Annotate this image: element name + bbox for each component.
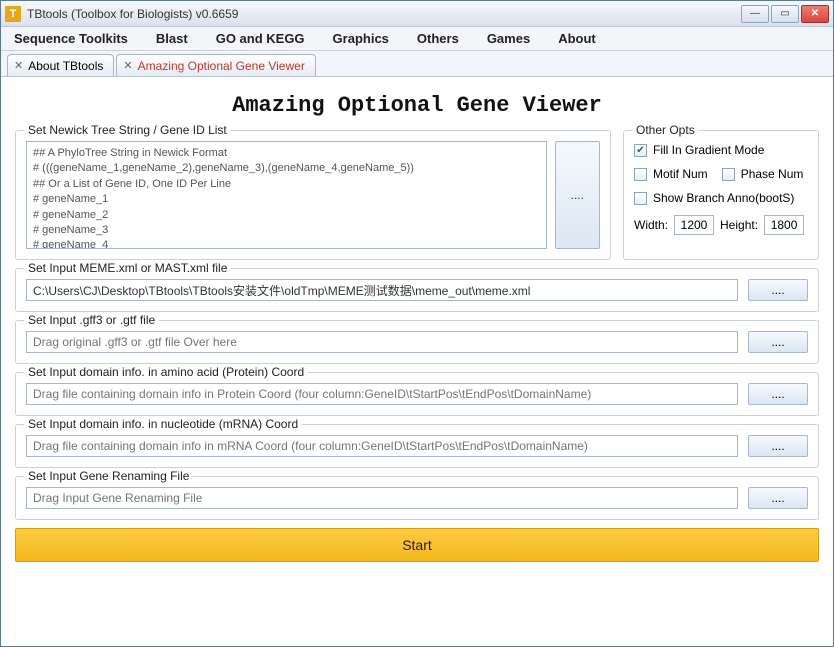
start-button-label: Start xyxy=(402,537,432,553)
checkbox-icon: ✔ xyxy=(634,144,647,157)
tabstrip: ✕ About TBtools ✕ Amazing Optional Gene … xyxy=(1,51,833,77)
newick-legend: Set Newick Tree String / Gene ID List xyxy=(24,123,231,137)
rename-file-input[interactable] xyxy=(26,487,738,509)
window-title: TBtools (Toolbox for Biologists) v0.6659 xyxy=(27,7,741,21)
motif-num-checkbox[interactable]: Motif Num xyxy=(634,167,708,181)
phase-num-checkbox[interactable]: Phase Num xyxy=(722,167,804,181)
menubar: Sequence Toolkits Blast GO and KEGG Grap… xyxy=(1,27,833,51)
maximize-button[interactable]: ▭ xyxy=(771,5,799,23)
mrna-domain-input[interactable] xyxy=(26,435,738,457)
page-title: Amazing Optional Gene Viewer xyxy=(15,93,819,118)
browse-button[interactable]: .... xyxy=(748,331,808,353)
ellipsis-icon: .... xyxy=(571,188,584,202)
newick-textarea[interactable] xyxy=(26,141,547,249)
menu-games[interactable]: Games xyxy=(484,29,533,48)
window-controls: — ▭ ✕ xyxy=(741,5,829,23)
menu-others[interactable]: Others xyxy=(414,29,462,48)
file-legend: Set Input domain info. in amino acid (Pr… xyxy=(24,365,308,379)
ellipsis-icon: .... xyxy=(771,283,784,297)
tab-label: Amazing Optional Gene Viewer xyxy=(138,59,305,73)
protein-domain-panel: Set Input domain info. in amino acid (Pr… xyxy=(15,372,819,416)
menu-graphics[interactable]: Graphics xyxy=(330,29,392,48)
menu-about[interactable]: About xyxy=(555,29,599,48)
close-icon: ✕ xyxy=(811,8,819,19)
meme-file-panel: Set Input MEME.xml or MAST.xml file .... xyxy=(15,268,819,312)
checkbox-icon xyxy=(722,168,735,181)
fill-gradient-checkbox[interactable]: ✔ Fill In Gradient Mode xyxy=(634,143,808,157)
menu-blast[interactable]: Blast xyxy=(153,29,191,48)
width-input[interactable] xyxy=(674,215,714,235)
start-button[interactable]: Start xyxy=(15,528,819,562)
tab-gene-viewer[interactable]: ✕ Amazing Optional Gene Viewer xyxy=(116,54,315,76)
ellipsis-icon: .... xyxy=(771,387,784,401)
checkbox-label: Motif Num xyxy=(653,167,708,181)
checkbox-label: Show Branch Anno(bootS) xyxy=(653,191,794,205)
rename-file-panel: Set Input Gene Renaming File .... xyxy=(15,476,819,520)
ellipsis-icon: .... xyxy=(771,439,784,453)
branch-anno-checkbox[interactable]: Show Branch Anno(bootS) xyxy=(634,191,808,205)
checkbox-icon xyxy=(634,168,647,181)
file-legend: Set Input domain info. in nucleotide (mR… xyxy=(24,417,302,431)
tab-close-icon[interactable]: ✕ xyxy=(123,59,132,72)
file-legend: Set Input Gene Renaming File xyxy=(24,469,193,483)
app-icon: T xyxy=(5,6,21,22)
file-legend: Set Input MEME.xml or MAST.xml file xyxy=(24,261,231,275)
gff-file-panel: Set Input .gff3 or .gtf file .... xyxy=(15,320,819,364)
ellipsis-icon: .... xyxy=(771,491,784,505)
browse-button[interactable]: .... xyxy=(748,487,808,509)
app-window: T TBtools (Toolbox for Biologists) v0.66… xyxy=(0,0,834,647)
menu-go-kegg[interactable]: GO and KEGG xyxy=(213,29,308,48)
minimize-icon: — xyxy=(750,8,760,19)
width-label: Width: xyxy=(634,218,668,232)
newick-panel: Set Newick Tree String / Gene ID List ..… xyxy=(15,130,611,260)
other-opts-legend: Other Opts xyxy=(632,123,699,137)
close-button[interactable]: ✕ xyxy=(801,5,829,23)
height-label: Height: xyxy=(720,218,758,232)
protein-domain-input[interactable] xyxy=(26,383,738,405)
tab-label: About TBtools xyxy=(28,59,103,73)
minimize-button[interactable]: — xyxy=(741,5,769,23)
menu-sequence-toolkits[interactable]: Sequence Toolkits xyxy=(11,29,131,48)
checkbox-label: Fill In Gradient Mode xyxy=(653,143,764,157)
content-area: Amazing Optional Gene Viewer Set Newick … xyxy=(1,77,833,572)
meme-file-input[interactable] xyxy=(26,279,738,301)
browse-button[interactable]: .... xyxy=(748,279,808,301)
ellipsis-icon: .... xyxy=(771,335,784,349)
other-opts-panel: Other Opts ✔ Fill In Gradient Mode Motif… xyxy=(623,130,819,260)
browse-button[interactable]: .... xyxy=(748,383,808,405)
gff-file-input[interactable] xyxy=(26,331,738,353)
titlebar[interactable]: T TBtools (Toolbox for Biologists) v0.66… xyxy=(1,1,833,27)
height-input[interactable] xyxy=(764,215,804,235)
maximize-icon: ▭ xyxy=(780,8,789,19)
checkbox-icon xyxy=(634,192,647,205)
tab-about[interactable]: ✕ About TBtools xyxy=(7,54,114,76)
tab-close-icon[interactable]: ✕ xyxy=(14,59,23,72)
browse-button[interactable]: .... xyxy=(748,435,808,457)
checkbox-label: Phase Num xyxy=(741,167,804,181)
newick-browse-button[interactable]: .... xyxy=(555,141,600,249)
file-legend: Set Input .gff3 or .gtf file xyxy=(24,313,159,327)
mrna-domain-panel: Set Input domain info. in nucleotide (mR… xyxy=(15,424,819,468)
